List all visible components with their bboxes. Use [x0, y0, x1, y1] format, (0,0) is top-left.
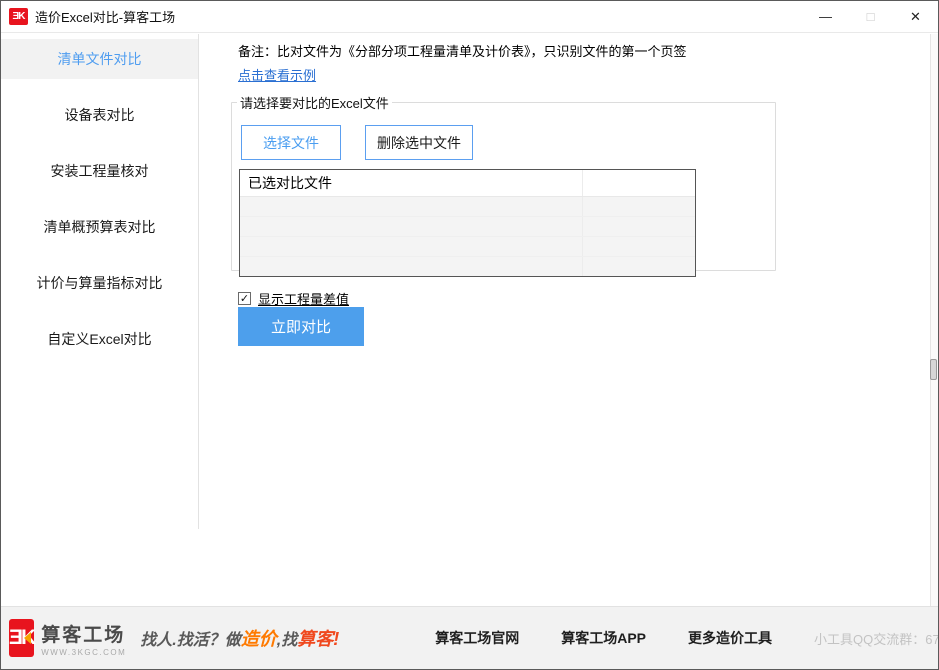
note-text: 备注：比对文件为《分部分项工程量清单及计价表》，只识别文件的第一个页签: [238, 42, 687, 62]
title-bar: ƎK 造价Excel对比-算客工场 — □ ✕: [1, 1, 938, 33]
compare-now-button[interactable]: 立即对比: [238, 307, 364, 346]
more-tools-link[interactable]: 更多造价工具: [688, 628, 772, 648]
sidebar-item-budget-table-compare[interactable]: 清单概预算表对比: [1, 207, 198, 247]
table-row[interactable]: [240, 257, 695, 276]
view-example-link[interactable]: 点击查看示例: [238, 65, 316, 84]
sidebar-divider: [198, 34, 199, 529]
sidebar-item-pricing-indicator-compare[interactable]: 计价与算量指标对比: [1, 263, 198, 303]
vertical-scrollbar[interactable]: [930, 34, 938, 606]
checkbox-label[interactable]: 显示工程量差值: [258, 289, 349, 308]
footer: ƎK 算客工场 WWW.3KGC.COM 找人.找活？做造价,找算客! 算客工场…: [1, 606, 938, 669]
groupbox-label: 请选择要对比的Excel文件: [237, 93, 392, 112]
table-header-selected-files: 已选对比文件: [240, 170, 583, 196]
delete-selected-file-button[interactable]: 删除选中文件: [365, 125, 473, 160]
3kgc-logo-icon: ƎK: [9, 619, 34, 657]
minimize-button[interactable]: —: [803, 1, 848, 33]
logo-name: 算客工场: [41, 620, 126, 647]
sidebar: 清单文件对比 设备表对比 安装工程量核对 清单概预算表对比 计价与算量指标对比 …: [1, 34, 198, 606]
footer-links: 算客工场官网 算客工场APP 更多造价工具: [435, 628, 814, 648]
app-link[interactable]: 算客工场APP: [561, 628, 646, 648]
table-row[interactable]: [240, 197, 695, 217]
sidebar-item-list-file-compare[interactable]: 清单文件对比: [1, 39, 198, 79]
table-row[interactable]: [240, 217, 695, 237]
window-title: 造价Excel对比-算客工场: [35, 7, 175, 26]
file-select-groupbox: 请选择要对比的Excel文件 选择文件 删除选中文件 已选对比文件: [231, 93, 776, 271]
logo-text-block: 算客工场 WWW.3KGC.COM: [41, 620, 126, 657]
app-window: ƎK 造价Excel对比-算客工场 — □ ✕ 清单文件对比 设备表对比 安装工…: [0, 0, 939, 670]
selected-files-table: 已选对比文件: [239, 169, 696, 277]
title-bar-left: ƎK 造价Excel对比-算客工场: [1, 7, 803, 26]
maximize-button[interactable]: □: [848, 1, 893, 33]
table-header-row: 已选对比文件: [240, 170, 695, 197]
official-site-link[interactable]: 算客工场官网: [435, 628, 519, 648]
window-controls: — □ ✕: [803, 1, 938, 33]
scrollbar-thumb[interactable]: [930, 359, 937, 380]
table-header-empty: [583, 170, 695, 196]
close-button[interactable]: ✕: [893, 1, 938, 33]
qq-group-text: 小工具QQ交流群：675388312: [814, 629, 939, 648]
checkbox-checked-icon[interactable]: ✓: [238, 292, 251, 305]
sidebar-item-equipment-table-compare[interactable]: 设备表对比: [1, 95, 198, 135]
sidebar-item-custom-excel-compare[interactable]: 自定义Excel对比: [1, 319, 198, 359]
app-logo-icon: ƎK: [9, 8, 28, 25]
sidebar-item-installation-quantity-check[interactable]: 安装工程量核对: [1, 151, 198, 191]
show-quantity-diff-option[interactable]: ✓ 显示工程量差值: [238, 289, 349, 308]
logo-url: WWW.3KGC.COM: [41, 648, 126, 657]
footer-slogan: 找人.找活？做造价,找算客!: [140, 625, 339, 651]
select-file-button[interactable]: 选择文件: [241, 125, 341, 160]
table-row[interactable]: [240, 237, 695, 257]
